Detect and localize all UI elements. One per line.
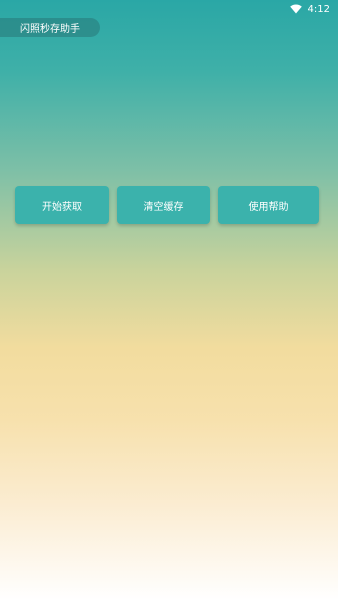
start-fetch-button[interactable]: 开始获取 — [15, 186, 109, 224]
help-button[interactable]: 使用帮助 — [218, 186, 319, 224]
status-time: 4:12 — [307, 3, 330, 15]
app-title: 闪照秒存助手 — [0, 18, 100, 37]
wifi-icon — [289, 4, 302, 14]
status-bar: 4:12 — [0, 0, 338, 18]
action-button-row: 开始获取 清空缓存 使用帮助 — [15, 186, 319, 224]
clear-cache-button[interactable]: 清空缓存 — [117, 186, 210, 224]
